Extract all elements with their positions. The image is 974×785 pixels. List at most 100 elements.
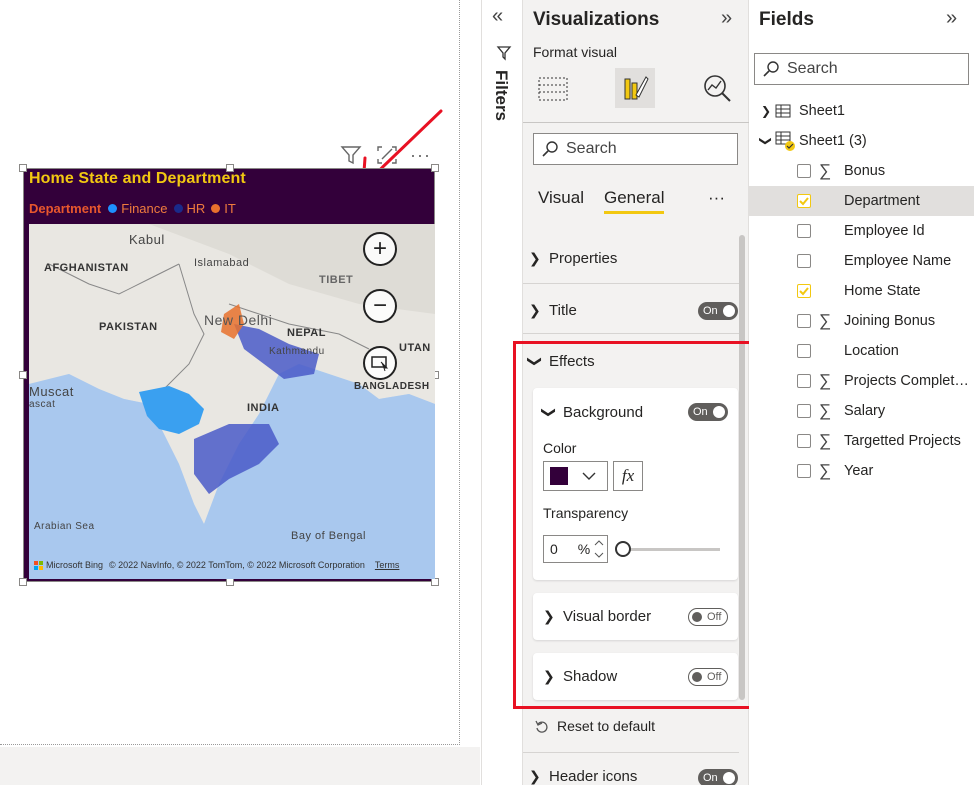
highlight-box xyxy=(513,341,762,709)
select-area-icon[interactable] xyxy=(363,346,397,380)
reset-to-default-button[interactable]: Reset to default xyxy=(535,718,655,734)
legend-item-hr[interactable]: HR xyxy=(187,201,206,216)
terms-link[interactable]: Terms xyxy=(375,560,400,570)
build-visual-icon[interactable] xyxy=(533,68,573,108)
field-item[interactable]: ∑ Targetted Projects xyxy=(749,426,974,456)
field-name: Department xyxy=(844,193,920,209)
resize-handle[interactable] xyxy=(19,371,27,379)
table-sheet1[interactable]: ❯ Sheet1 xyxy=(749,96,974,126)
checkbox[interactable] xyxy=(797,374,811,388)
checkbox[interactable] xyxy=(797,434,811,448)
map-label-nepal: NEPAL xyxy=(287,327,326,339)
field-name: Location xyxy=(844,343,899,359)
checkbox[interactable] xyxy=(797,224,811,238)
fields-search-input[interactable]: Search xyxy=(754,53,969,85)
checkbox[interactable] xyxy=(797,464,811,478)
checkbox[interactable] xyxy=(797,164,811,178)
map-label-muscat-sub: ascat xyxy=(29,399,56,410)
map-label-kathmandu: Kathmandu xyxy=(269,346,325,357)
resize-handle[interactable] xyxy=(19,164,27,172)
tab-visual[interactable]: Visual xyxy=(538,188,584,208)
map-label-bay-of-bengal: Bay of Bengal xyxy=(291,530,366,542)
resize-handle[interactable] xyxy=(431,164,439,172)
analytics-icon[interactable] xyxy=(697,68,737,108)
field-name: Projects Completed xyxy=(844,373,969,389)
visualizations-title: Visualizations xyxy=(533,9,660,30)
resize-handle[interactable] xyxy=(19,578,27,586)
legend-item-it[interactable]: IT xyxy=(224,201,236,216)
map-label-afghanistan: AFGHANISTAN xyxy=(44,262,129,274)
checkbox[interactable] xyxy=(797,344,811,358)
chevron-right-icon: ❯ xyxy=(761,104,772,118)
map-label-bangladesh: BANGLADESH xyxy=(354,381,430,392)
map-label-kabul: Kabul xyxy=(129,232,165,247)
legend: Department Finance HR IT xyxy=(29,201,238,216)
legend-title: Department xyxy=(29,201,102,216)
zoom-out-button[interactable]: − xyxy=(363,289,397,323)
title-toggle[interactable]: On xyxy=(698,302,738,320)
field-name: Bonus xyxy=(844,163,886,179)
expand-fields-icon[interactable]: » xyxy=(946,7,957,30)
focus-mode-icon[interactable] xyxy=(376,145,398,165)
more-tabs-icon[interactable]: ··· xyxy=(708,188,725,208)
field-item[interactable]: Employee Id xyxy=(749,216,974,246)
expand-visualizations-icon[interactable]: » xyxy=(721,7,732,30)
chevron-down-icon: ❯ xyxy=(759,135,774,147)
sum-icon: ∑ xyxy=(819,461,832,480)
field-name: Targetted Projects xyxy=(844,433,961,449)
map-label-arabian-sea: Arabian Sea xyxy=(34,521,95,532)
more-options-icon[interactable]: ··· xyxy=(410,145,431,166)
field-item[interactable]: ∑ Joining Bonus xyxy=(749,306,974,336)
legend-marker-it xyxy=(211,204,221,213)
map-label-india: INDIA xyxy=(247,402,280,414)
field-item[interactable]: ∑ Projects Completed xyxy=(749,366,974,396)
reset-icon xyxy=(535,720,548,733)
field-name: Employee Name xyxy=(844,253,952,269)
field-item[interactable]: ∑ Year xyxy=(749,456,974,486)
tab-general[interactable]: General xyxy=(604,188,665,214)
zoom-in-button[interactable]: + xyxy=(363,232,397,266)
field-name: Salary xyxy=(844,403,886,419)
chevron-right-icon: ❯ xyxy=(529,302,541,318)
field-item[interactable]: Employee Name xyxy=(749,246,974,276)
field-item[interactable]: ∑ Salary xyxy=(749,396,974,426)
checkbox-checked[interactable] xyxy=(797,194,811,208)
map-label-tibet: TIBET xyxy=(319,274,354,286)
map-canvas[interactable]: Kabul AFGHANISTAN Islamabad TIBET PAKIST… xyxy=(29,224,435,579)
resize-handle[interactable] xyxy=(431,578,439,586)
map-label-pakistan: PAKISTAN xyxy=(99,321,158,333)
checkbox[interactable] xyxy=(797,254,811,268)
legend-marker-hr xyxy=(173,204,183,213)
fields-pane: Fields » Search ❯ Sheet1 ❯ Sheet1 (3) ∑ B… xyxy=(749,0,974,785)
legend-item-finance[interactable]: Finance xyxy=(121,201,167,216)
map-label-islamabad: Islamabad xyxy=(194,257,250,269)
field-name: Year xyxy=(844,463,874,479)
filter-icon[interactable] xyxy=(340,145,362,165)
checkbox[interactable] xyxy=(797,404,811,418)
field-item[interactable]: Department xyxy=(749,186,974,216)
field-name: Joining Bonus xyxy=(844,313,936,329)
resize-handle[interactable] xyxy=(226,578,234,586)
header-icons-toggle[interactable]: On xyxy=(698,769,738,785)
format-search-input[interactable]: Search xyxy=(533,133,738,165)
collapse-filters-icon[interactable]: « xyxy=(492,5,503,28)
table-icon xyxy=(775,104,791,118)
field-item[interactable]: Home State xyxy=(749,276,974,306)
visual-title: Home State and Department xyxy=(29,170,246,187)
field-item[interactable]: Location xyxy=(749,336,974,366)
search-icon xyxy=(542,141,558,157)
sum-icon: ∑ xyxy=(819,371,832,390)
table-icon xyxy=(775,131,795,151)
map-visual[interactable]: Home State and Department Department Fin… xyxy=(19,164,439,586)
format-visual-label: Format visual xyxy=(533,44,618,60)
sum-icon: ∑ xyxy=(819,401,832,420)
checkbox-checked[interactable] xyxy=(797,284,811,298)
format-visual-icon[interactable] xyxy=(615,68,655,108)
filters-label[interactable]: Filters xyxy=(491,70,511,121)
properties-section[interactable]: ❯ Properties xyxy=(529,250,739,267)
checkbox[interactable] xyxy=(797,314,811,328)
copyright-text: © 2022 NavInfo, © 2022 TomTom, © 2022 Mi… xyxy=(109,560,365,570)
fields-title: Fields xyxy=(759,9,814,30)
field-item[interactable]: ∑ Bonus xyxy=(749,156,974,186)
table-sheet1-3[interactable]: ❯ Sheet1 (3) xyxy=(749,126,974,156)
